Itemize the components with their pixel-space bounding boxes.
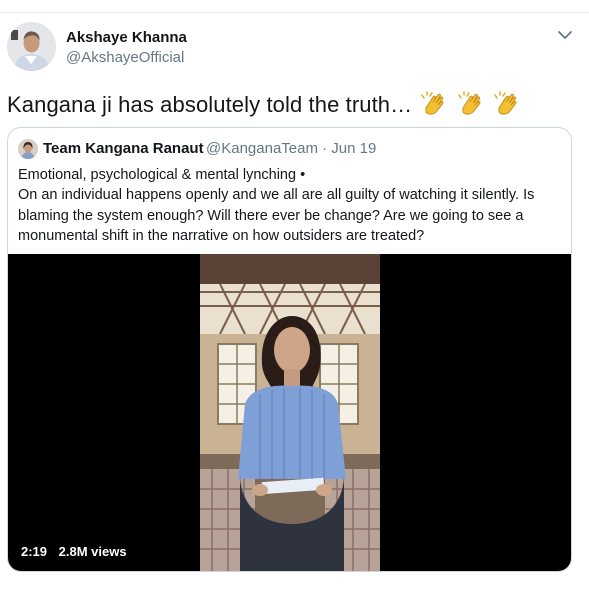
- quoted-text-line: Emotional, psychological & mental lynchi…: [18, 167, 306, 183]
- video-thumbnail: [200, 254, 380, 571]
- avatar[interactable]: [7, 22, 56, 71]
- quoted-text-line: On an individual happens openly and we a…: [18, 187, 535, 204]
- profile-photo-icon: [18, 139, 38, 159]
- quoted-text-line: monumental shift in the narrative on how…: [18, 227, 425, 244]
- video-meta: 2:19 2.8M views: [21, 544, 135, 559]
- author-name[interactable]: Akshaye Khanna: [66, 29, 187, 46]
- video-duration: 2:19: [21, 544, 48, 559]
- author-handle[interactable]: @AkshayeOfficial: [66, 49, 184, 66]
- quoted-handle-date: @KanganaTeam · Jun 19: [206, 140, 377, 157]
- clapping-hands-icon: [457, 91, 481, 115]
- profile-photo-icon: [7, 22, 56, 71]
- chevron-down-icon[interactable]: [556, 28, 574, 42]
- quoted-author-name: Team Kangana Ranaut: [43, 140, 204, 157]
- quoted-text-line: blaming the system enough? Will there ev…: [18, 207, 524, 224]
- top-divider: [0, 12, 589, 13]
- clapping-hands-icon: [494, 91, 517, 115]
- quoted-text: Emotional, psychological & mental lynchi…: [18, 165, 563, 246]
- tweet-text: Kangana ji has absolutely told the truth…: [7, 92, 413, 117]
- quoted-avatar: [18, 139, 38, 159]
- video-player[interactable]: 2:19 2.8M views: [8, 254, 571, 571]
- video-views: 2.8M views: [58, 544, 127, 559]
- quoted-tweet[interactable]: Team Kangana Ranaut @KanganaTeam · Jun 1…: [7, 127, 572, 572]
- tweet-text-line: Kangana ji has absolutely told the truth…: [7, 90, 521, 118]
- clapping-hands-icon: [421, 91, 444, 115]
